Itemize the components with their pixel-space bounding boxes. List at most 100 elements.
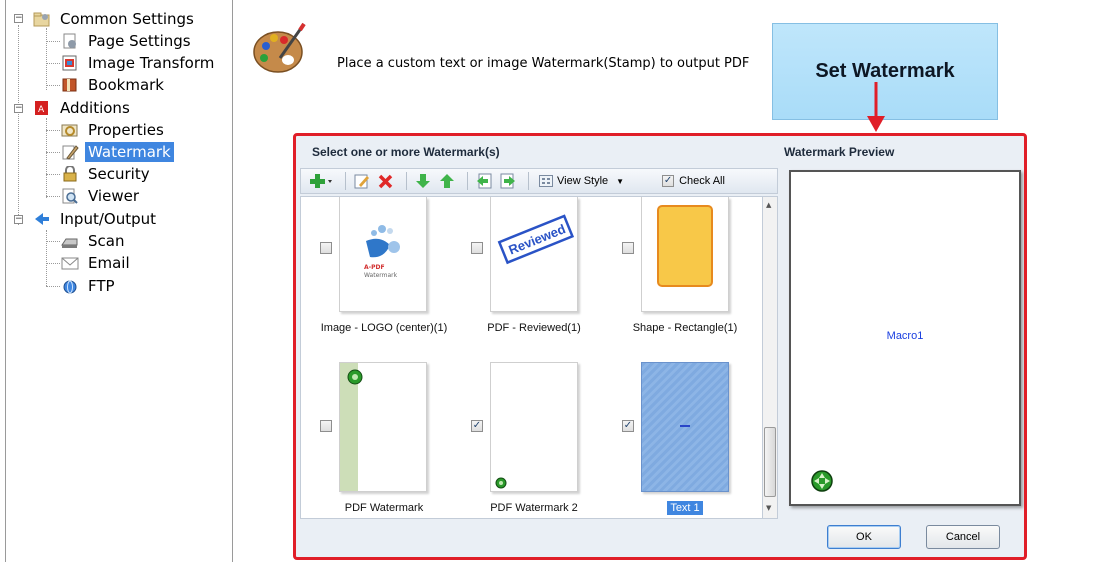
watermark-toolbar: View Style ▼ ✓ Check All xyxy=(300,168,778,194)
import-button[interactable] xyxy=(474,171,494,191)
tree-item-viewer[interactable]: Viewer xyxy=(61,185,142,207)
green-target-icon xyxy=(811,470,833,492)
collapse-toggle[interactable]: − xyxy=(14,14,23,23)
properties-icon xyxy=(61,122,79,138)
preview-watermark-text: Macro1 xyxy=(886,330,924,342)
watermark-thumbnail[interactable] xyxy=(641,197,729,312)
watermark-checkbox[interactable] xyxy=(471,242,483,254)
toolbar-separator xyxy=(406,172,407,190)
scroll-up-icon[interactable]: ▲ xyxy=(766,201,771,209)
watermark-checkbox[interactable] xyxy=(320,242,332,254)
watermark-caption: Text 1 xyxy=(610,501,760,515)
check-all-box: ✓ xyxy=(662,175,675,187)
tree-item-properties[interactable]: Properties xyxy=(61,119,167,141)
tree-connector xyxy=(46,174,60,175)
pdf-additions-icon: A xyxy=(33,100,51,116)
scroll-down-icon[interactable]: ▼ xyxy=(766,504,771,512)
settings-folder-icon xyxy=(33,11,51,27)
watermark-checkbox[interactable]: ✓ xyxy=(471,420,483,432)
move-down-button[interactable] xyxy=(413,171,433,191)
watermark-thumbnail[interactable]: Reviewed xyxy=(490,197,578,312)
yellow-rectangle-shape xyxy=(657,205,713,287)
tree-connector xyxy=(46,286,60,287)
move-up-button[interactable] xyxy=(437,171,457,191)
tree-item-scan[interactable]: Scan xyxy=(61,230,127,252)
check-all-checkbox[interactable]: ✓ Check All xyxy=(662,171,725,191)
view-style-icon xyxy=(539,175,553,187)
arrow-up-icon xyxy=(440,174,454,188)
view-style-label: View Style xyxy=(557,175,609,187)
reviewed-stamp: Reviewed xyxy=(497,214,575,265)
tree-connector xyxy=(46,241,60,242)
settings-tree: − Common Settings Page Settings Image Tr… xyxy=(5,0,233,562)
watermark-caption: PDF Watermark xyxy=(344,502,424,514)
watermark-checkbox[interactable] xyxy=(622,242,634,254)
viewer-icon xyxy=(61,188,79,204)
ok-button[interactable]: OK xyxy=(827,525,901,549)
grid-scrollbar[interactable]: ▲ ▼ xyxy=(762,196,778,519)
watermark-caption: Shape - Rectangle(1) xyxy=(632,322,738,334)
tree-item-security[interactable]: Security xyxy=(61,163,153,185)
watermark-thumbnail[interactable]: A-PDF Watermark xyxy=(339,197,427,312)
tree-item-common-settings[interactable]: Common Settings xyxy=(33,8,197,30)
watermark-grid: A-PDF Watermark Image - LOGO (center)(1)… xyxy=(300,196,764,519)
tree-item-input-output[interactable]: Input/Output xyxy=(33,208,159,230)
tree-connector xyxy=(46,63,60,64)
tree-item-page-settings[interactable]: Page Settings xyxy=(61,30,194,52)
watermark-checkbox[interactable]: ✓ xyxy=(622,420,634,432)
description-text: Place a custom text or image Watermark(S… xyxy=(337,56,750,71)
arrow-down-icon xyxy=(416,174,430,188)
green-target-icon xyxy=(495,477,507,489)
scroll-thumb[interactable] xyxy=(764,427,776,497)
watermark-list-title: Select one or more Watermark(s) xyxy=(312,145,500,159)
watermark-caption: PDF - Reviewed(1) xyxy=(487,322,581,334)
svg-text:A: A xyxy=(38,105,45,115)
tree-item-email[interactable]: Email xyxy=(61,252,133,274)
watermark-preview-title: Watermark Preview xyxy=(784,145,895,159)
watermark-thumbnail[interactable] xyxy=(490,362,578,492)
watermark-thumbnail[interactable] xyxy=(339,362,427,492)
export-icon xyxy=(500,173,515,189)
collapse-toggle[interactable]: − xyxy=(14,215,23,224)
page-settings-icon xyxy=(61,33,79,49)
paint-palette-icon xyxy=(250,18,308,78)
collapse-toggle[interactable]: − xyxy=(14,104,23,113)
tree-connector xyxy=(46,28,47,90)
tree-item-ftp[interactable]: FTP xyxy=(61,275,118,297)
plus-icon xyxy=(310,174,332,188)
tree-item-image-transform[interactable]: Image Transform xyxy=(61,52,217,74)
chevron-down-icon: ▼ xyxy=(616,176,625,186)
tree-connector xyxy=(46,230,47,286)
tree-connector xyxy=(46,196,60,197)
tree-item-additions[interactable]: A Additions xyxy=(33,97,133,119)
toolbar-separator xyxy=(345,172,346,190)
tree-connector xyxy=(46,263,60,264)
export-button[interactable] xyxy=(498,171,518,191)
toolbar-separator xyxy=(467,172,468,190)
ftp-icon xyxy=(61,278,79,294)
check-all-label: Check All xyxy=(679,175,725,187)
delete-watermark-button[interactable] xyxy=(376,171,396,191)
tree-item-watermark[interactable]: Watermark xyxy=(61,141,174,163)
add-watermark-button[interactable] xyxy=(307,171,335,191)
view-style-button[interactable]: View Style ▼ xyxy=(535,171,628,191)
import-icon xyxy=(477,173,492,189)
scanner-icon xyxy=(61,233,79,249)
envelope-icon xyxy=(61,255,79,271)
tree-connector xyxy=(46,152,60,153)
logo-subtext: Watermark xyxy=(364,272,398,279)
toolbar-separator xyxy=(528,172,529,190)
edit-icon xyxy=(354,174,369,189)
a-pdf-logo-icon: A-PDF Watermark xyxy=(364,225,400,279)
watermark-thumbnail[interactable] xyxy=(641,362,729,492)
edit-watermark-button[interactable] xyxy=(352,171,372,191)
input-output-icon xyxy=(33,211,51,227)
watermark-icon xyxy=(61,144,79,160)
delete-x-icon xyxy=(378,174,393,189)
watermark-dialog: Select one or more Watermark(s) Watermar… xyxy=(293,133,1027,560)
logo-text: A-PDF xyxy=(364,264,385,271)
image-transform-icon xyxy=(61,55,79,71)
tree-item-bookmark[interactable]: Bookmark xyxy=(61,74,167,96)
cancel-button[interactable]: Cancel xyxy=(926,525,1000,549)
watermark-checkbox[interactable] xyxy=(320,420,332,432)
